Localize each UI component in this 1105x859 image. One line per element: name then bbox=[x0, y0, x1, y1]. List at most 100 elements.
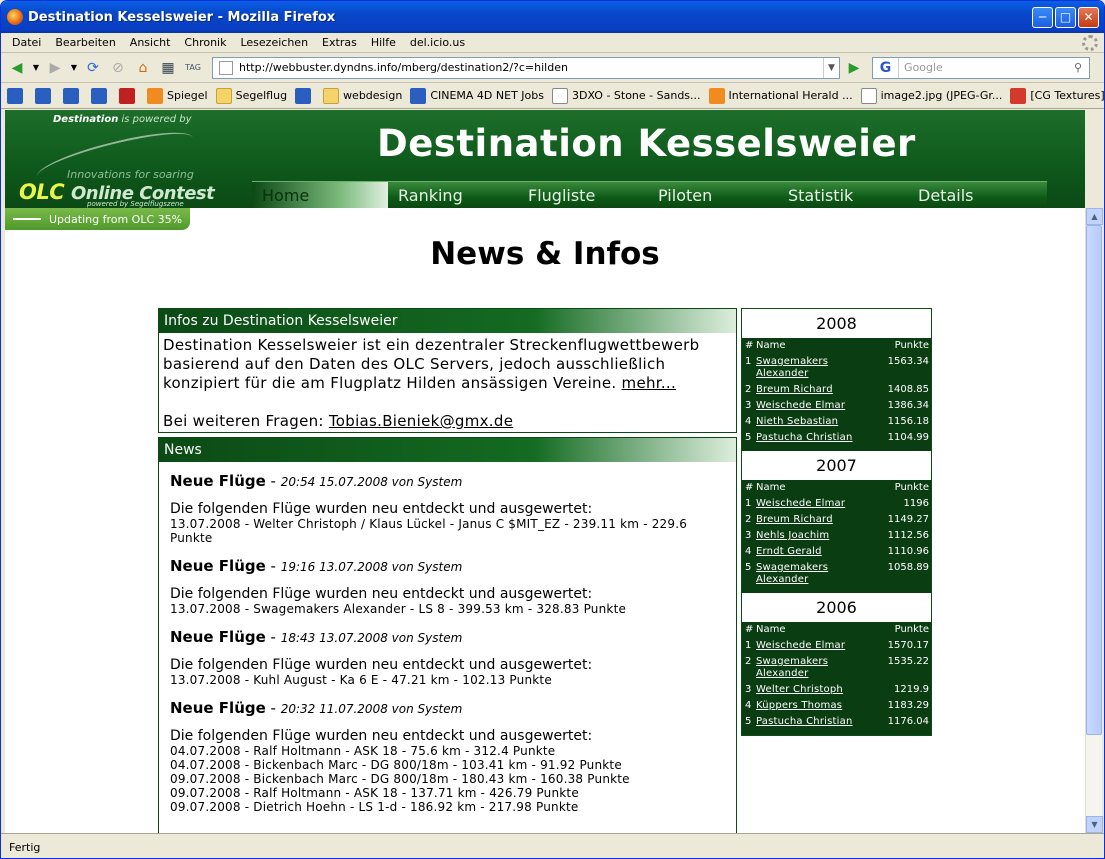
bookmark-item[interactable] bbox=[119, 87, 139, 104]
cg-bookmark-icon bbox=[1010, 87, 1027, 104]
home-icon[interactable]: ⌂ bbox=[133, 58, 153, 78]
menu-lesezeichen[interactable]: Lesezeichen bbox=[240, 36, 308, 49]
infos-heading: Infos zu Destination Kesselsweier bbox=[159, 309, 736, 333]
olc-logo[interactable]: Destination is powered by Innovations fo… bbox=[17, 114, 227, 208]
menu-extras[interactable]: Extras bbox=[322, 36, 357, 49]
windows-icon[interactable]: ▦ bbox=[158, 58, 178, 78]
close-button[interactable]: ✕ bbox=[1078, 6, 1099, 28]
bookmark-item[interactable]: image2.jpg (JPEG-Gr... bbox=[860, 87, 1002, 104]
ranking-points: 1176.04 bbox=[887, 716, 929, 727]
search-icon[interactable]: ⚲ bbox=[1067, 61, 1089, 74]
ranking-row: 2 Breum Richard 1149.27 bbox=[745, 514, 929, 526]
stop-icon[interactable]: ⊘ bbox=[108, 58, 128, 78]
pilot-link[interactable]: Swagemakers Alexander bbox=[756, 562, 869, 586]
bookmark-item[interactable]: 3DXO - Stone - Sands... bbox=[551, 87, 701, 104]
ranking-position: 2 bbox=[745, 514, 752, 525]
reload-icon[interactable]: ⟳ bbox=[83, 58, 103, 78]
back-dropdown-icon[interactable]: ▼ bbox=[32, 58, 40, 78]
ranking-points: 1408.85 bbox=[887, 384, 929, 395]
scroll-thumb[interactable] bbox=[1086, 225, 1102, 735]
news-item-line: 09.07.2008 - Bickenbach Marc - DG 800/18… bbox=[170, 772, 630, 786]
news-item-meta: 20:32 11.07.2008 von System bbox=[280, 702, 463, 716]
menu-bar: Datei Bearbeiten Ansicht Chronik Lesezei… bbox=[1, 33, 1104, 53]
rankings-panel: 2008 # Name Punkte 1 Swagemakers Alexander 156… bbox=[741, 308, 932, 736]
back-icon[interactable]: ◀ bbox=[7, 58, 27, 78]
ranking-points: 1219.9 bbox=[894, 684, 929, 695]
go-icon[interactable]: ▶ bbox=[844, 58, 864, 78]
menu-chronik[interactable]: Chronik bbox=[184, 36, 226, 49]
pilot-link[interactable]: Pastucha Christian bbox=[756, 716, 869, 728]
pilot-link[interactable]: Pastucha Christian bbox=[756, 432, 869, 444]
pilot-link[interactable]: Erndt Gerald bbox=[756, 546, 869, 558]
nav-ranking[interactable]: Ranking bbox=[388, 182, 518, 208]
pilot-link[interactable]: Küppers Thomas bbox=[756, 700, 869, 712]
ranking-points: 1183.29 bbox=[887, 700, 929, 711]
scroll-down-icon[interactable]: ▼ bbox=[1086, 816, 1103, 833]
pilot-link[interactable]: Swagemakers Alexander bbox=[756, 656, 869, 680]
menu-hilfe[interactable]: Hilfe bbox=[371, 36, 396, 49]
nav-details[interactable]: Details bbox=[908, 182, 1047, 208]
nav-flugliste[interactable]: Flugliste bbox=[518, 182, 648, 208]
pilot-link[interactable]: Swagemakers Alexander bbox=[756, 356, 869, 380]
ranking-column-header: Punkte bbox=[894, 624, 929, 635]
bookmark-item[interactable] bbox=[63, 87, 83, 104]
url-dropdown-icon[interactable]: ▼ bbox=[823, 57, 839, 78]
pilot-link[interactable]: Breum Richard bbox=[756, 514, 869, 526]
pilot-link[interactable]: Weischede Elmar bbox=[756, 400, 869, 412]
news-item-title: Neue Flüge bbox=[170, 628, 266, 646]
bookmark-label: International Herald ... bbox=[728, 89, 853, 102]
search-input[interactable]: Google bbox=[899, 61, 1067, 74]
menu-datei[interactable]: Datei bbox=[12, 36, 41, 49]
bookmark-item[interactable] bbox=[7, 87, 27, 104]
bookmark-item[interactable]: International Herald ... bbox=[708, 87, 853, 104]
bookmark-item[interactable]: CINEMA 4D NET Jobs bbox=[410, 87, 544, 104]
bookmark-item[interactable] bbox=[295, 87, 315, 104]
news-item-title: Neue Flüge bbox=[170, 699, 266, 717]
ranking-column-header: Name bbox=[756, 482, 786, 493]
forward-dropdown-icon[interactable]: ▼ bbox=[70, 58, 78, 78]
menu-delicious[interactable]: del.icio.us bbox=[410, 36, 465, 49]
search-box[interactable]: G Google ⚲ bbox=[872, 56, 1090, 79]
pilot-link[interactable]: Weischede Elmar bbox=[756, 640, 869, 652]
maximize-button[interactable]: □ bbox=[1055, 6, 1076, 28]
url-bar[interactable]: http://webbuster.dyndns.info/mberg/desti… bbox=[212, 56, 840, 79]
menu-bearbeiten[interactable]: Bearbeiten bbox=[55, 36, 115, 49]
pilot-link[interactable]: Weischede Elmar bbox=[756, 498, 869, 510]
pilot-link[interactable]: Nehls Joachim bbox=[756, 530, 869, 542]
bookmark-item[interactable] bbox=[35, 87, 55, 104]
scroll-up-icon[interactable]: ▲ bbox=[1086, 208, 1103, 225]
news-item-intro: Die folgenden Flüge wurden neu entdeckt … bbox=[170, 501, 593, 517]
bookmark-label: Segelflug bbox=[235, 89, 288, 102]
pilot-link[interactable]: Nieth Sebastian bbox=[756, 416, 869, 428]
title-bar: Destination Kesselsweier - Mozilla Firef… bbox=[1, 1, 1104, 33]
bookmark-item[interactable] bbox=[91, 87, 111, 104]
pilot-link[interactable]: Breum Richard bbox=[756, 384, 869, 396]
nav-home[interactable]: Home bbox=[252, 182, 388, 208]
blue-bookmark-icon bbox=[295, 87, 312, 104]
contact-prefix: Bei weiteren Fragen: bbox=[163, 412, 324, 430]
google-icon[interactable]: G bbox=[873, 57, 899, 78]
nav-piloten[interactable]: Piloten bbox=[648, 182, 778, 208]
news-item-header: Neue Flüge - 20:54 15.07.2008 von System bbox=[170, 472, 463, 490]
bookmark-item[interactable]: webdesign bbox=[323, 87, 402, 104]
contact-email-link[interactable]: Tobias.Bieniek@gmx.de bbox=[329, 412, 513, 430]
ranking-row: 3 Welter Christoph 1219.9 bbox=[745, 684, 929, 696]
bookmark-item[interactable]: [CG Textures] - The ... bbox=[1010, 87, 1104, 104]
status-text: Fertig bbox=[9, 840, 41, 854]
nav-statistik[interactable]: Statistik bbox=[778, 182, 908, 208]
url-text[interactable]: http://webbuster.dyndns.info/mberg/desti… bbox=[239, 61, 823, 74]
forward-icon[interactable]: ▶ bbox=[45, 58, 65, 78]
menu-ansicht[interactable]: Ansicht bbox=[130, 36, 171, 49]
news-item-header: Neue Flüge - 20:32 11.07.2008 von System bbox=[170, 699, 463, 717]
news-item-line: 13.07.2008 - Welter Christoph / Klaus Lü… bbox=[170, 517, 688, 545]
ranking-points: 1112.56 bbox=[887, 530, 929, 541]
bookmark-item[interactable]: Spiegel bbox=[147, 87, 208, 104]
firefox-icon bbox=[7, 9, 23, 25]
pilot-link[interactable]: Welter Christoph bbox=[756, 684, 869, 696]
tag-icon[interactable]: TAG bbox=[183, 58, 203, 78]
bookmark-item[interactable]: Segelflug bbox=[215, 87, 288, 104]
minimize-button[interactable]: ─ bbox=[1032, 6, 1053, 28]
ranking-points: 1386.34 bbox=[887, 400, 929, 411]
vertical-scrollbar[interactable]: ▲ ▼ bbox=[1085, 208, 1103, 833]
more-link[interactable]: mehr... bbox=[622, 374, 677, 392]
